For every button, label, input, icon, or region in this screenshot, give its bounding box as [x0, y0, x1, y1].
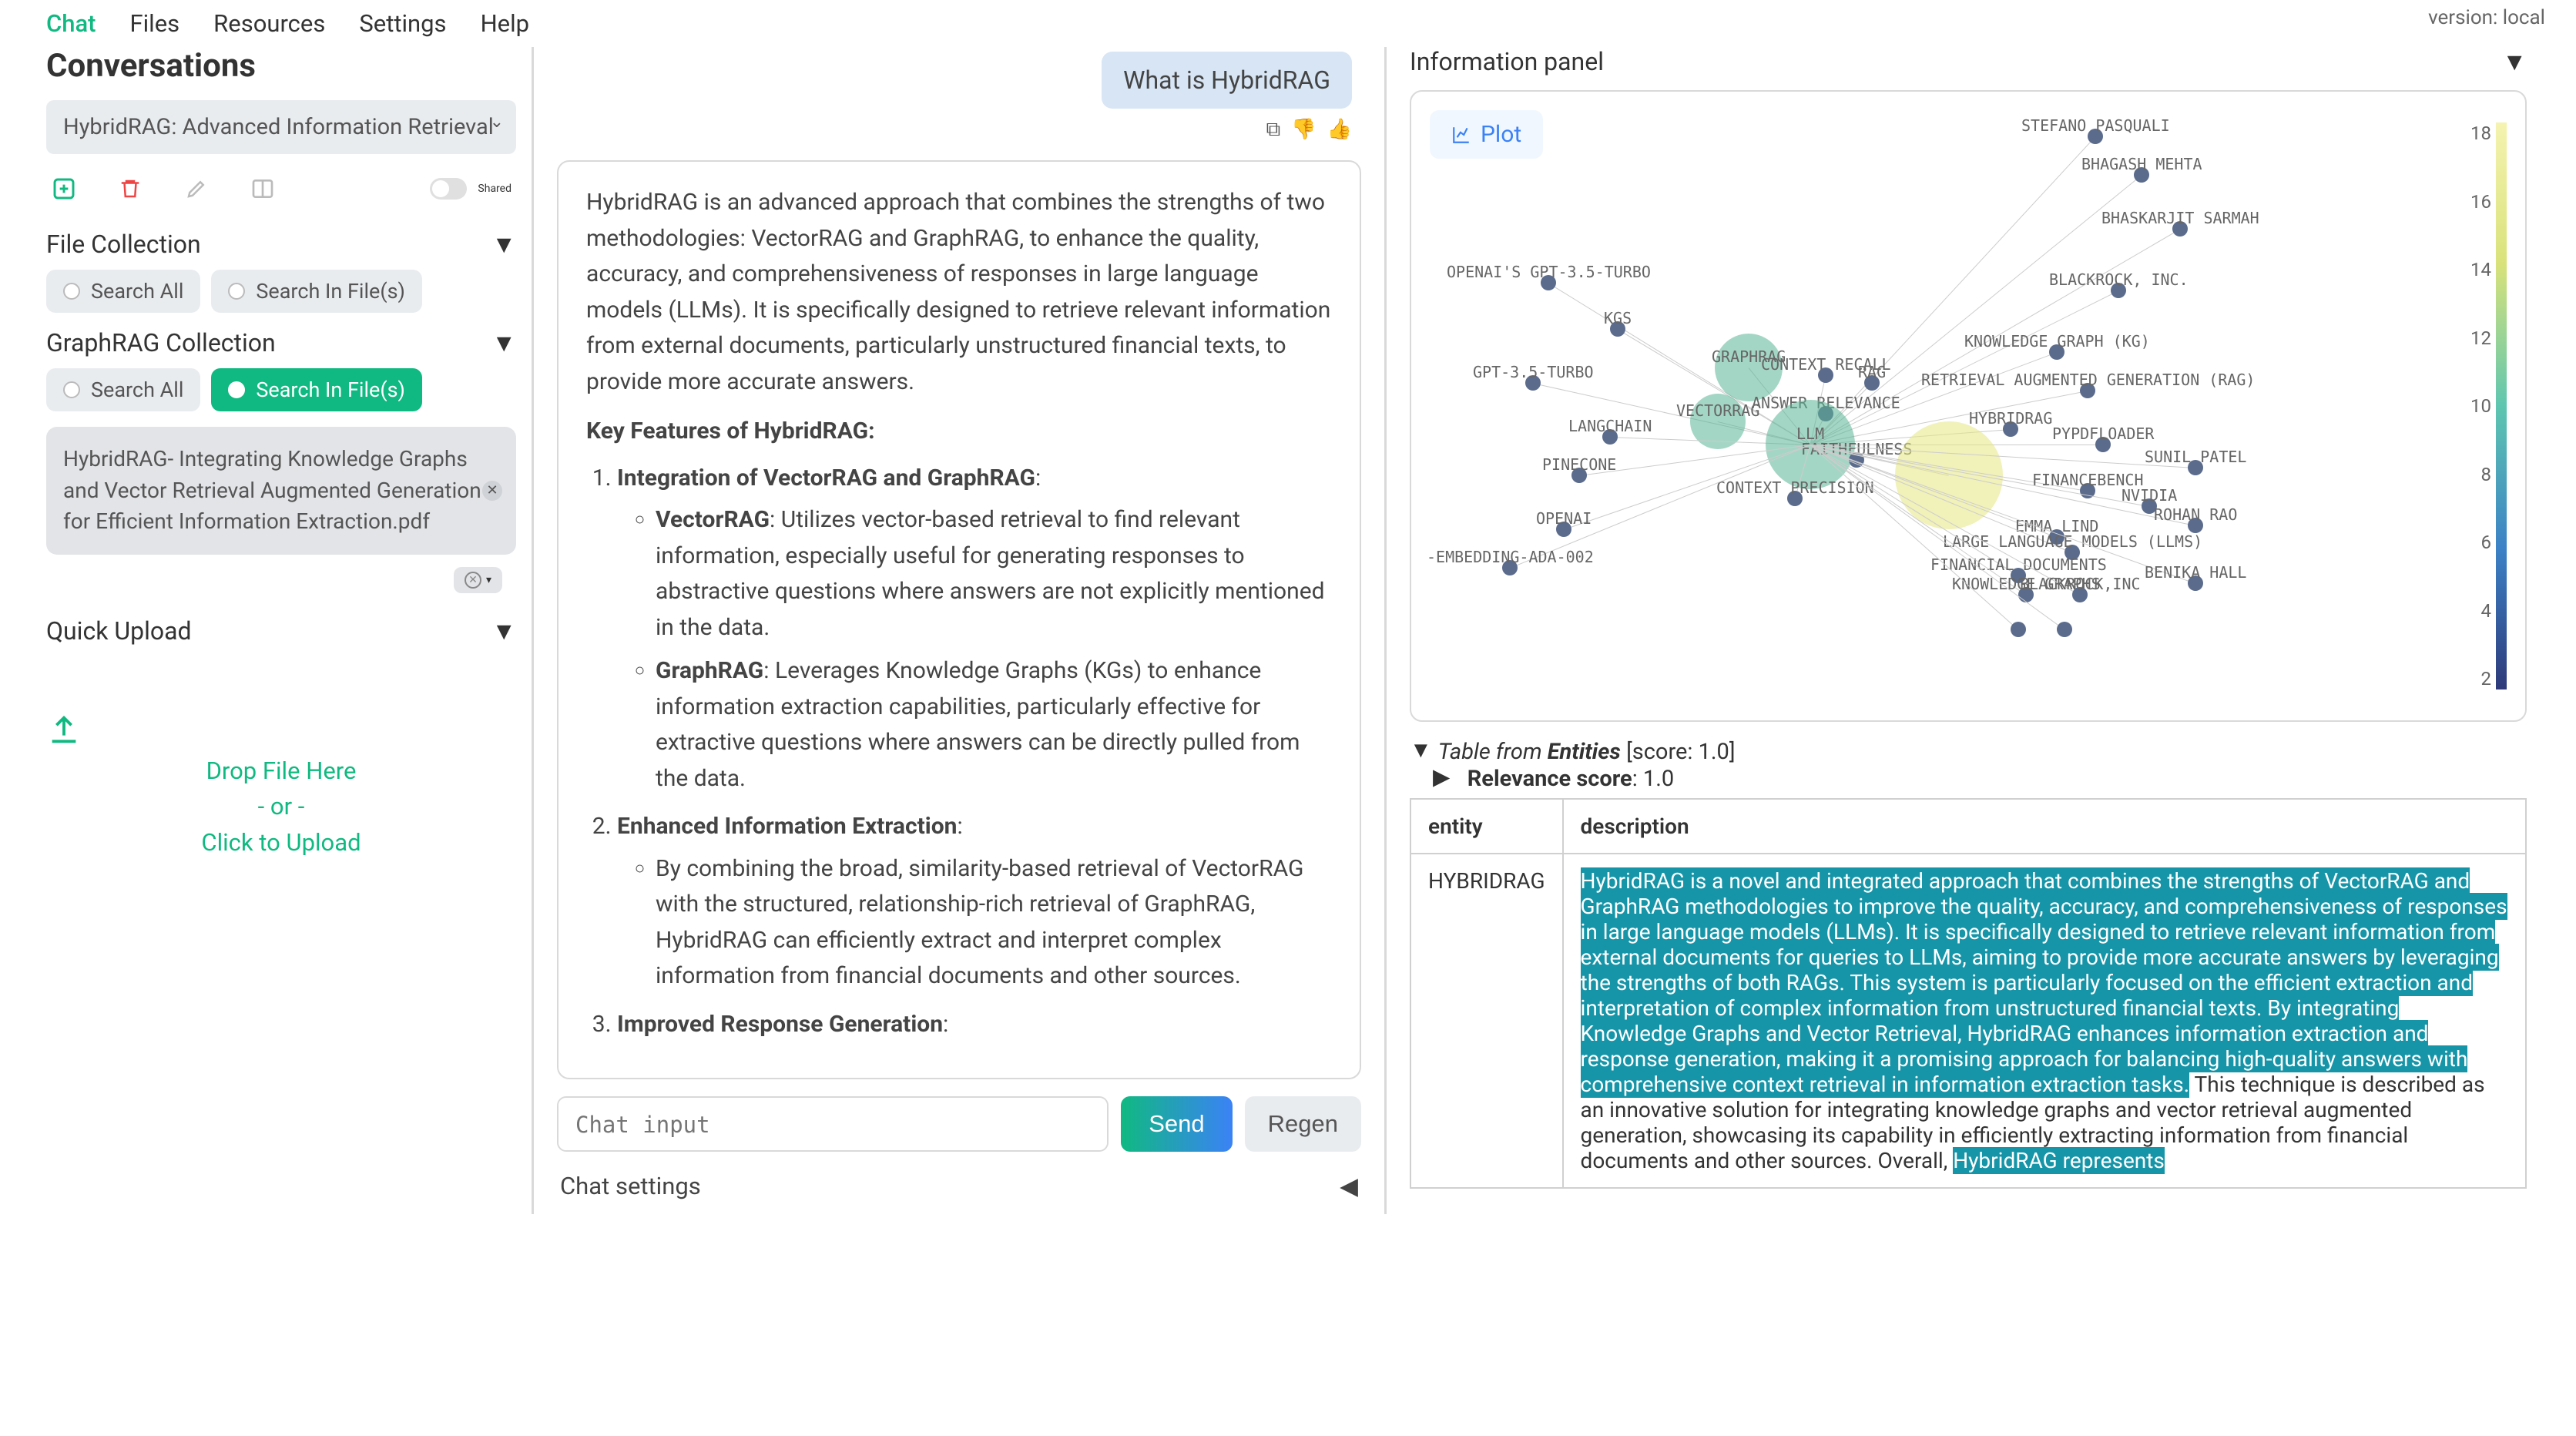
- graphrag-collection-title: GraphRAG Collection: [46, 328, 276, 357]
- graph-search-in-files[interactable]: Search In File(s): [211, 368, 422, 411]
- th-entity: entity: [1410, 799, 1563, 854]
- file-search-all[interactable]: Search All: [46, 270, 200, 313]
- graph-node-label: OPENAI: [1536, 509, 1592, 528]
- graph-node-label: RAG: [1858, 363, 1886, 381]
- clear-files-button[interactable]: ✕▾: [454, 567, 502, 593]
- description-cell: HybridRAG is a novel and integrated appr…: [1563, 854, 2526, 1188]
- collapse-icon[interactable]: ▼: [491, 616, 516, 646]
- entities-table: entitydescription HYBRIDRAG HybridRAG is…: [1410, 798, 2527, 1189]
- drop-text-2: - or -: [46, 789, 516, 825]
- drop-text-3: Click to Upload: [46, 825, 516, 861]
- graph-node-label: GPT-3.5-TURBO: [1473, 363, 1594, 381]
- entity-cell: HYBRIDRAG: [1410, 854, 1563, 1188]
- regen-button[interactable]: Regen: [1245, 1096, 1361, 1152]
- graph-node-label: SUNIL PATEL: [2145, 448, 2246, 466]
- thumbs-up-icon[interactable]: 👍: [1327, 118, 1352, 142]
- send-button[interactable]: Send: [1121, 1096, 1232, 1152]
- chat-panel: What is HybridRAG ⧉ 👎 👍 HybridRAG is an …: [532, 47, 1387, 1214]
- file-name: HybridRAG- Integrating Knowledge Graphs …: [63, 446, 481, 534]
- tab-help[interactable]: Help: [481, 9, 530, 38]
- tab-files[interactable]: Files: [130, 9, 180, 38]
- colorbar-ticks: 18161412108642: [2470, 122, 2491, 689]
- relevance-score-row[interactable]: ▶ Relevance score: 1.0: [1433, 765, 2527, 792]
- table-row: HYBRIDRAG HybridRAG is a novel and integ…: [1410, 854, 2526, 1188]
- graph-node-label: -EMBEDDING-ADA-002: [1427, 548, 1594, 566]
- chat-settings-label[interactable]: Chat settings: [560, 1172, 701, 1200]
- graph-node-label: RETRIEVAL AUGMENTED GENERATION (RAG): [1921, 371, 2255, 389]
- graph-node-label: BENIKA HALL: [2145, 563, 2246, 582]
- new-chat-icon[interactable]: [51, 176, 77, 202]
- graph-node[interactable]: [2011, 622, 2026, 637]
- graph-node-label: KGS: [1604, 309, 1632, 327]
- shared-label: Shared: [478, 183, 512, 195]
- split-view-icon[interactable]: [250, 176, 276, 202]
- knowledge-graph-plot[interactable]: Plot STEFANO PASQUALI BHAGASH MEHTA BHASKA…: [1410, 90, 2527, 722]
- table-source-row[interactable]: ▼Table from Entities [score: 1.0]: [1410, 739, 2527, 765]
- conversation-name: HybridRAG: Advanced Information Retrieva…: [63, 114, 494, 140]
- top-nav: Chat Files Resources Settings Help versi…: [0, 0, 2576, 47]
- graph-node-label: PINECONE: [1542, 455, 1616, 474]
- conversation-item[interactable]: HybridRAG: Advanced Information Retrieva…: [46, 100, 516, 154]
- graph-node-label: VECTORRAG: [1676, 401, 1759, 420]
- collapse-icon[interactable]: ▼: [491, 328, 516, 357]
- version-label: version: local: [2428, 6, 2545, 29]
- plot-tab[interactable]: Plot: [1430, 110, 1543, 159]
- delete-icon[interactable]: [117, 176, 143, 202]
- sidebar: Conversations HybridRAG: Advanced Inform…: [46, 47, 516, 1214]
- graph-node-label: LARGE LANGUAGE MODELS (LLMS): [1943, 532, 2202, 551]
- upload-icon: [46, 712, 516, 747]
- remove-file-icon[interactable]: ✕: [482, 481, 502, 501]
- chevron-down-icon: ▾: [486, 574, 491, 586]
- file-chip[interactable]: HybridRAG- Integrating Knowledge Graphs …: [46, 427, 516, 555]
- info-panel: Information panel ▼ Plot STEFANO PASQUAL…: [1402, 47, 2527, 1214]
- assistant-message: HybridRAG is an advanced approach that c…: [557, 160, 1361, 1079]
- file-search-in-files[interactable]: Search In File(s): [211, 270, 422, 313]
- chevron-down-icon[interactable]: ⌄: [490, 112, 504, 132]
- tab-chat[interactable]: Chat: [46, 9, 96, 38]
- graph-node-label: BHAGASH MEHTA: [2081, 155, 2202, 173]
- graph-node-label: FINANCIAL DOCUMENTS: [1930, 555, 2107, 574]
- graph-node-label: PYPDFLOADER: [2052, 424, 2154, 443]
- graph-node-label: ROHAN RAO: [2154, 505, 2237, 524]
- collapse-icon[interactable]: ▼: [491, 230, 516, 259]
- collapse-left-icon[interactable]: ◀: [1340, 1172, 1358, 1200]
- graph-node-label: HYBRIDRAG: [1969, 409, 2052, 428]
- graph-node-label: BLACKROCK,INC: [2020, 575, 2141, 593]
- graph-node-label: STEFANO PASQUALI: [2021, 116, 2170, 135]
- file-collection-title: File Collection: [46, 230, 201, 259]
- colorbar: [2496, 122, 2507, 689]
- graph-node-label: NVIDIA: [2122, 486, 2177, 505]
- graph-search-all[interactable]: Search All: [46, 368, 200, 411]
- chat-input[interactable]: [557, 1096, 1109, 1152]
- shared-toggle[interactable]: [430, 178, 467, 200]
- graph-node[interactable]: [1895, 421, 2003, 529]
- quick-upload-title: Quick Upload: [46, 616, 192, 646]
- graph-node-label: BHASKARJIT SARMAH: [2101, 209, 2259, 227]
- upload-dropzone[interactable]: Drop File Here - or - Click to Upload: [46, 666, 516, 908]
- drop-text-1: Drop File Here: [46, 753, 516, 790]
- graph-node-label: KNOWLEDGE GRAPH (KG): [1964, 332, 2150, 351]
- user-message: What is HybridRAG: [1102, 52, 1352, 109]
- graph-node-label: LANGCHAIN: [1568, 417, 1652, 435]
- thumbs-down-icon[interactable]: 👎: [1291, 118, 1316, 142]
- graph-node-label: BLACKROCK, INC.: [2049, 270, 2189, 289]
- collapse-icon[interactable]: ▼: [2502, 47, 2527, 76]
- tab-settings[interactable]: Settings: [359, 9, 446, 38]
- graph-node[interactable]: [2057, 622, 2072, 637]
- tab-resources[interactable]: Resources: [213, 9, 325, 38]
- th-description: description: [1563, 799, 2526, 854]
- edit-icon[interactable]: [183, 176, 210, 202]
- copy-icon[interactable]: ⧉: [1266, 118, 1281, 142]
- conversations-title: Conversations: [46, 47, 516, 85]
- info-panel-title: Information panel: [1410, 47, 1604, 76]
- graph-node-label: OPENAI'S GPT-3.5-TURBO: [1447, 263, 1651, 281]
